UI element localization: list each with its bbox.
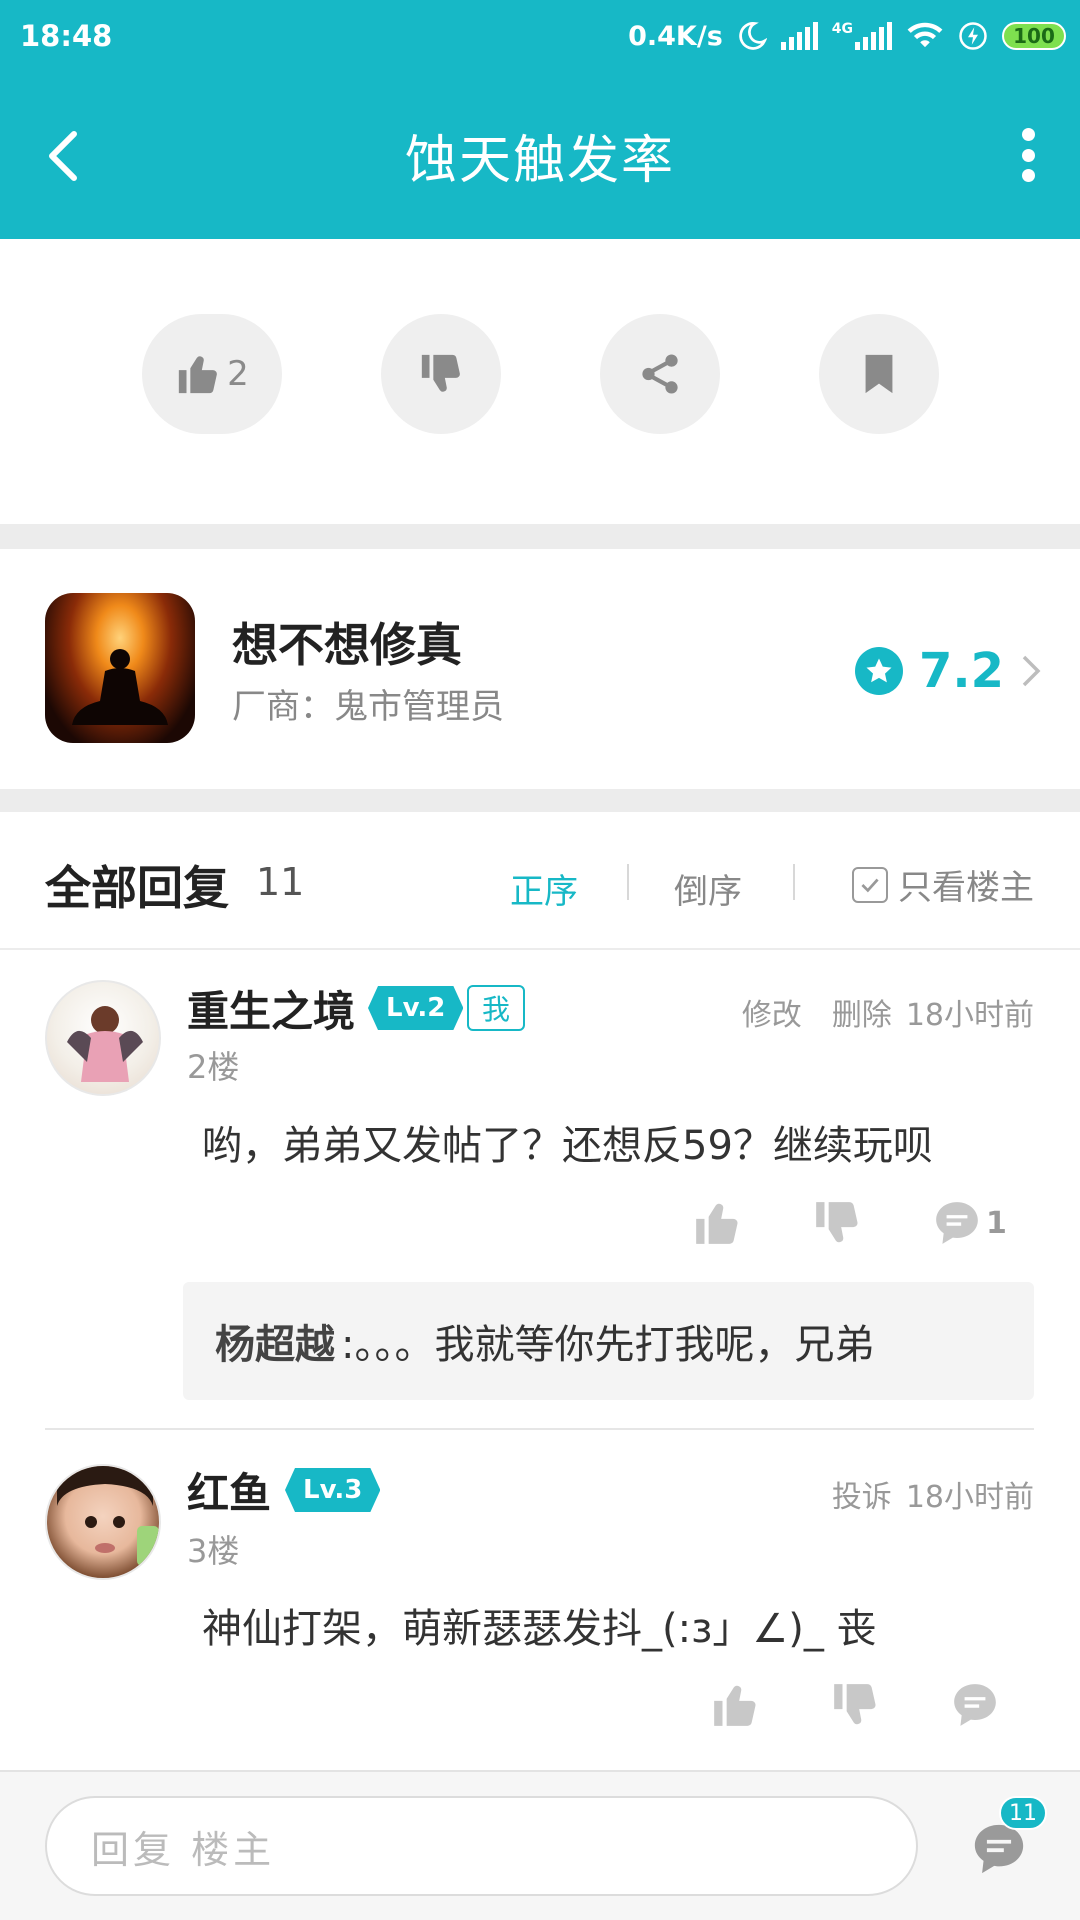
game-vendor: 厂商：鬼市管理员: [232, 687, 504, 727]
reply-input[interactable]: 回复 楼主: [45, 1796, 918, 1896]
sub-reply-text: :。。。我就等你先打我呢，兄弟: [341, 1322, 875, 1368]
game-name: 想不想修真: [232, 618, 462, 672]
delete-link[interactable]: 删除: [832, 990, 892, 1034]
dislike-button[interactable]: [381, 314, 501, 434]
meditating-figure-icon: [72, 649, 168, 725]
username[interactable]: 红鱼: [187, 1460, 271, 1521]
net-speed: 0.4K/s: [628, 20, 723, 52]
app-header: 18:48 0.4K/s 4G 100 蚀天触发率: [0, 0, 1080, 239]
comment-reply-count: 1: [986, 1206, 1007, 1241]
like-icon[interactable]: [692, 1198, 742, 1248]
floor-number: 2楼: [187, 1048, 240, 1086]
only-owner-toggle[interactable]: 只看楼主: [852, 860, 1034, 909]
rating-value: 7.2: [918, 643, 1004, 699]
comment-text: 哟，弟弟又发帖了？还想反59？继续玩呗: [202, 1123, 933, 1169]
sort-separator: [627, 864, 629, 900]
comment-icon[interactable]: [932, 1198, 982, 1248]
signal-icon: [780, 22, 818, 50]
star-icon: [854, 647, 903, 695]
section-divider: [0, 789, 1080, 812]
status-icons: 0.4K/s 4G 100: [628, 21, 1066, 52]
game-icon: [45, 593, 195, 743]
dislike-icon[interactable]: [812, 1198, 862, 1248]
me-badge: 我: [467, 985, 525, 1031]
wifi-icon: [907, 22, 943, 48]
comment-item: 重生之境 Lv.2 我 2楼 修改 删除 18小时前 哟，弟弟又发帖了？还想反5…: [0, 950, 1080, 1430]
comment-count-badge: 11: [999, 1796, 1047, 1830]
like-count: 2: [227, 354, 249, 394]
reply-bar: 回复 楼主 11: [0, 1770, 1080, 1920]
replies-header: 全部回复 11 正序 倒序 只看楼主: [0, 812, 1080, 950]
comment-item: 红鱼 Lv.3 3楼 投诉 18小时前 神仙打架，萌新瑟瑟发抖_(:з」∠)_ …: [0, 1430, 1080, 1770]
battery-indicator: 100: [1002, 22, 1066, 50]
bookmark-icon: [865, 354, 893, 394]
level-badge: Lv.3: [285, 1468, 380, 1512]
sub-reply[interactable]: 杨超越 :。。。我就等你先打我呢，兄弟: [183, 1282, 1034, 1400]
edit-link[interactable]: 修改: [742, 990, 802, 1034]
moon-icon: [738, 22, 767, 50]
post-actions: 2: [0, 239, 1080, 524]
status-bar: 18:48 0.4K/s 4G 100: [20, 14, 1066, 58]
anime-girl-avatar-icon: [67, 1006, 143, 1082]
section-divider: [0, 524, 1080, 549]
avatar[interactable]: [45, 1464, 161, 1580]
bookmark-button[interactable]: [819, 314, 939, 434]
network-type: 4G: [831, 20, 853, 37]
like-icon: [179, 356, 218, 394]
signal-4g-icon: [855, 22, 892, 50]
game-rating[interactable]: 7.2: [854, 643, 1042, 699]
like-button[interactable]: 2: [142, 314, 282, 434]
like-icon[interactable]: [710, 1680, 760, 1730]
comment-meta: 投诉 18小时前: [832, 1472, 1034, 1516]
report-link[interactable]: 投诉: [832, 1472, 892, 1516]
replies-count: 11: [256, 860, 305, 904]
floor-number: 3楼: [187, 1532, 240, 1570]
charging-icon: [959, 22, 987, 50]
dislike-icon: [421, 354, 460, 392]
comment-time: 18小时前: [905, 1480, 1034, 1515]
girl-photo-avatar-icon: [57, 1466, 159, 1566]
only-owner-label: 只看楼主: [898, 868, 1034, 908]
level-badge: Lv.2: [368, 986, 463, 1030]
chevron-right-icon: [1022, 655, 1041, 687]
share-button[interactable]: [600, 314, 720, 434]
comment-time: 18小时前: [905, 998, 1034, 1033]
avatar[interactable]: [45, 980, 161, 1096]
sub-reply-author[interactable]: 杨超越: [215, 1312, 335, 1370]
dislike-icon[interactable]: [830, 1680, 880, 1730]
game-card[interactable]: 想不想修真 厂商：鬼市管理员 7.2: [0, 549, 1080, 789]
sort-separator: [793, 864, 795, 900]
page-title: 蚀天触发率: [404, 131, 675, 191]
username[interactable]: 重生之境: [187, 978, 355, 1039]
comment-meta: 修改 删除 18小时前: [742, 990, 1034, 1034]
sort-asc-tab[interactable]: 正序: [510, 864, 578, 913]
comment-icon[interactable]: [950, 1680, 1000, 1730]
sort-desc-tab[interactable]: 倒序: [674, 864, 742, 913]
status-time: 18:48: [20, 19, 113, 53]
comment-text: 神仙打架，萌新瑟瑟发抖_(:з」∠)_ 丧: [202, 1606, 877, 1652]
replies-title: 全部回复: [45, 861, 229, 915]
checkbox-icon: [852, 866, 888, 903]
more-vertical-icon[interactable]: [1020, 128, 1036, 182]
share-icon: [642, 354, 678, 394]
